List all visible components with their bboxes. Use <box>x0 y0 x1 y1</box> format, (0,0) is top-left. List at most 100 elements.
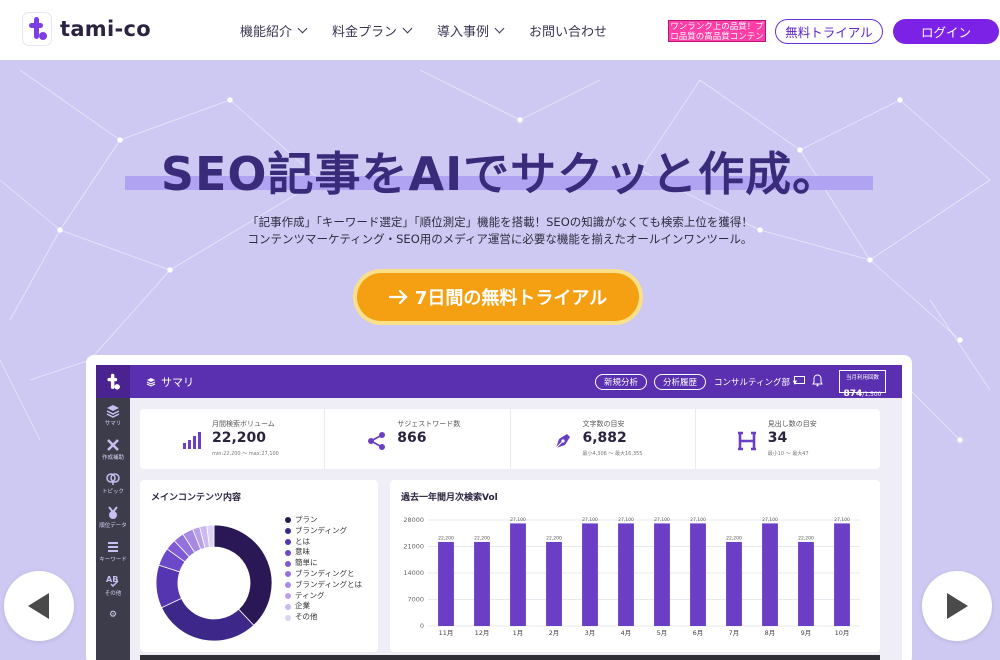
bar-value-label: 27,100 <box>690 517 706 523</box>
app-page-title: サマリ <box>146 374 194 390</box>
y-tick-label: 7000 <box>407 596 424 604</box>
hero-subtitle: 「記事作成」「キーワード選定」「順位測定」機能を搭載！SEOの知識がなくても検索… <box>0 214 1000 248</box>
legend-swatch <box>285 592 291 599</box>
hero-title: SEO記事をAIでサクッと作成。 <box>160 147 840 201</box>
team-name: コンサルティング部 <box>714 378 790 388</box>
gear-icon: ⚙ <box>108 610 118 620</box>
x-tick-label: 8月 <box>765 629 776 637</box>
bar-value-label: 27,100 <box>834 517 850 523</box>
x-tick-label: 10月 <box>835 629 850 637</box>
bar-chart-icon <box>183 432 201 449</box>
usage-value: 874/1,500 <box>844 389 882 399</box>
bar-chart: 0 7000 14000 21000 28000 22,200 11月 22,200 12月 27… <box>403 516 860 637</box>
bar[interactable] <box>546 541 562 626</box>
sidebar-item-assist[interactable]: 作成補助 <box>96 438 130 461</box>
x-tick-label: 6月 <box>693 629 704 637</box>
chevron-down-icon <box>297 23 308 34</box>
monthly-volume-panel: 過去一年間月次検索Vol 0 7000 14000 21000 28000 22,200 1… <box>390 480 880 652</box>
bar[interactable] <box>618 523 634 626</box>
sidebar-item-keyword[interactable]: キーワード <box>96 540 130 563</box>
x-tick-label: 12月 <box>475 629 490 637</box>
hero-subtitle-line-1: 「記事作成」「キーワード選定」「順位測定」機能を搭載！SEOの知識がなくても検索… <box>247 215 753 229</box>
sidebar-item-ranking[interactable]: 順位データ <box>96 506 130 529</box>
free-trial-button[interactable]: 無料トライアル <box>775 19 883 44</box>
bar-value-label: 27,100 <box>762 517 778 523</box>
bar[interactable] <box>762 523 778 626</box>
app-topbar: サマリ 新規分析 分析履歴 コンサルティング部 ▾ 当月利用回数 874/1,5… <box>96 365 902 399</box>
nav-contact[interactable]: お問い合わせ <box>529 21 607 40</box>
legend-item: 簡単に <box>285 558 362 569</box>
bar[interactable] <box>798 541 814 626</box>
legend-label: 簡単に <box>295 558 318 568</box>
x-tick-label: 2月 <box>549 629 560 637</box>
bar[interactable] <box>690 523 706 626</box>
app-sidebar: サマリ 作成補助 トピック 順位データ キーワード AB その他 ⚙ <box>96 398 130 660</box>
main-nav: 機能紹介 料金プラン 導入事例 お問い合わせ <box>240 21 607 40</box>
list-icon <box>108 542 118 552</box>
bar[interactable] <box>438 541 454 626</box>
x-tick-label: 9月 <box>801 629 812 637</box>
team-selector[interactable]: コンサルティング部 ▾ <box>714 376 797 388</box>
usage-total: /1,500 <box>862 391 882 398</box>
donut-panel-title: メインコンテンツ内容 <box>151 493 242 503</box>
brain-icon <box>106 473 120 485</box>
donut-legend: プラン ブランディング とは 意味 簡単に ブランディングと ブランディングとは ティング 企業… <box>285 515 362 623</box>
legend-label: ブランディングとは <box>295 579 362 589</box>
nav-features-label: 機能紹介 <box>240 25 293 40</box>
logo[interactable]: tami-co <box>22 12 151 46</box>
legend-item: 意味 <box>285 547 362 558</box>
promo-banner[interactable]: ワンランク上の品質！プロ品質の高品質コンテンツ <box>668 20 766 42</box>
legend-item: プラン <box>285 515 362 526</box>
free-trial-cta-button[interactable]: 7日間の無料トライアル <box>357 273 639 321</box>
sidebar-item-other[interactable]: AB その他 <box>96 574 130 597</box>
slider-next-button[interactable] <box>922 571 992 641</box>
analysis-history-button[interactable]: 分析履歴 <box>654 374 706 390</box>
legend-label: ブランディングと <box>295 568 355 578</box>
bar-value-label: 22,200 <box>546 535 562 541</box>
pen-nib-icon <box>555 434 570 449</box>
nav-pricing[interactable]: 料金プラン <box>332 21 413 40</box>
legend-label: 企業 <box>295 601 310 611</box>
bar[interactable] <box>726 541 742 626</box>
logo-text: tami-co <box>60 17 151 41</box>
login-button[interactable]: ログイン <box>893 19 999 44</box>
legend-swatch <box>285 603 291 610</box>
sidebar-item-topic[interactable]: トピック <box>96 472 130 495</box>
bar[interactable] <box>510 523 526 626</box>
share-icon <box>368 432 386 450</box>
stat-heading-count: 見出し数の目安 34 最小10 〜 最大47 <box>696 409 880 469</box>
bar-value-label: 22,200 <box>798 535 814 541</box>
legend-swatch <box>285 538 291 545</box>
legend-swatch <box>285 517 291 524</box>
new-analysis-button[interactable]: 新規分析 <box>595 374 647 390</box>
bell-icon[interactable] <box>812 374 823 387</box>
legend-swatch <box>285 528 291 535</box>
main-content-panel: メインコンテンツ内容 プラン ブランディング とは 意味 簡単に ブランディングと ブランデ… <box>140 480 378 652</box>
stat-value: 34 <box>767 430 788 446</box>
stat-char-count: 文字数の目安 6,882 最小4,306 〜 最大16,355 <box>511 409 696 469</box>
stat-label: 月間検索ボリューム <box>212 420 275 428</box>
sidebar-item-summary[interactable]: サマリ <box>96 404 130 427</box>
mail-icon[interactable] <box>794 376 805 384</box>
layers-icon <box>106 405 120 418</box>
bar[interactable] <box>474 541 490 626</box>
stats-row: 月間検索ボリューム 22,200 min:22,200 〜 max:27,100… <box>140 409 880 469</box>
legend-label: プラン <box>295 515 318 524</box>
x-tick-label: 5月 <box>657 629 668 637</box>
slider-prev-button[interactable] <box>4 571 74 641</box>
x-tick-label: 1月 <box>513 629 524 637</box>
legend-swatch <box>285 549 291 556</box>
donut-slice[interactable] <box>160 597 255 642</box>
sidebar-label: その他 <box>104 591 122 597</box>
bar[interactable] <box>834 523 850 626</box>
bar[interactable] <box>582 523 598 626</box>
app-title-text: サマリ <box>161 376 194 389</box>
legend-item: ブランディングとは <box>285 580 362 591</box>
bar[interactable] <box>654 523 670 626</box>
nav-cases[interactable]: 導入事例 <box>437 21 505 40</box>
nav-features[interactable]: 機能紹介 <box>240 21 308 40</box>
sidebar-settings[interactable]: ⚙ <box>96 610 130 620</box>
x-tick-label: 4月 <box>621 629 632 637</box>
app-logo-icon[interactable] <box>96 365 130 398</box>
donut-slice[interactable] <box>213 524 273 626</box>
